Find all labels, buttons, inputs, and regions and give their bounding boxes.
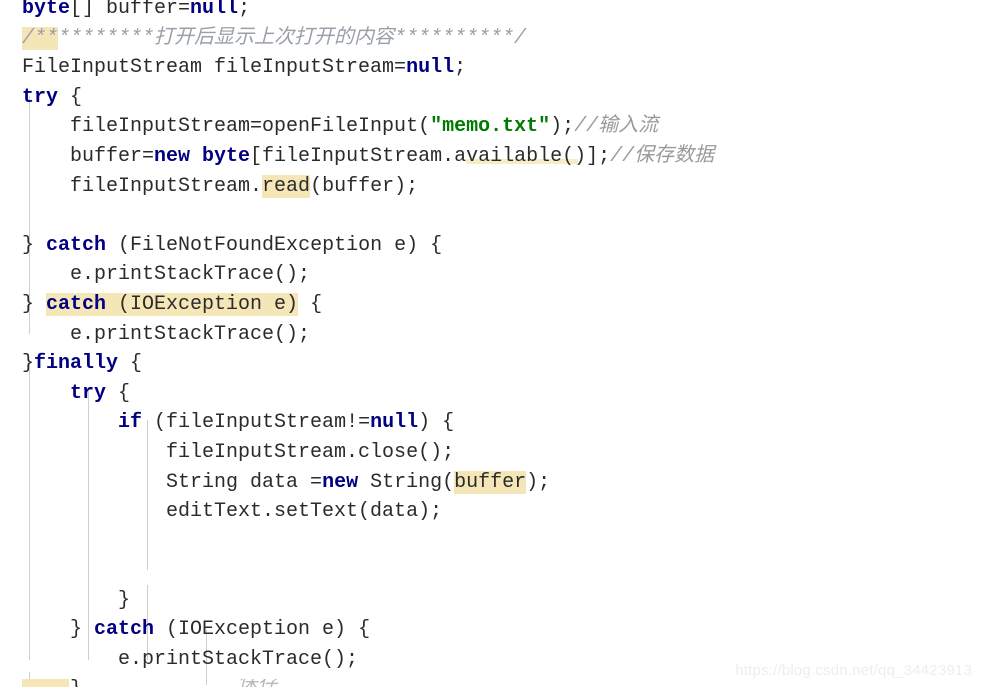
code-line-3[interactable]: FileInputStream fileInputStream=null; (0, 53, 984, 83)
code-line-21[interactable]: } (0, 586, 984, 616)
token-text: { (58, 85, 83, 109)
token-keyword-catch-highlight: catch (46, 292, 107, 316)
code-line-13-finally[interactable]: }finally { (0, 349, 984, 379)
code-line-2-block-comment[interactable]: /**********打开后显示上次打开的内容**********/ (0, 24, 984, 54)
code-line-20-blank[interactable] (0, 556, 984, 586)
token-keyword-new: new (322, 470, 359, 494)
token-comment-input-stream: //输入流 (574, 115, 659, 139)
token-text: ; (454, 56, 467, 80)
code-line-14-try-inner[interactable]: try { (0, 379, 984, 409)
code-line-11-catch-ioe-highlighted[interactable]: } catch (IOException e) { (0, 290, 984, 320)
code-lines: byte[] buffer=null; /**********打开后显示上次打开… (0, 0, 984, 687)
code-line-16[interactable]: fileInputStream.close(); (0, 438, 984, 468)
token-text: ); (526, 470, 551, 494)
token-keyword-if: if (118, 411, 143, 435)
code-line-10[interactable]: e.printStackTrace(); (0, 260, 984, 290)
token-text: } (22, 618, 95, 642)
token-text: e.printStackTrace(); (22, 648, 359, 672)
token-text: e.printStackTrace(); (22, 263, 311, 287)
partial-highlight-chip (22, 679, 69, 687)
token-text: [fileInputStream.available()]; (250, 144, 611, 168)
token-text: buffer= (22, 144, 155, 168)
code-line-15-if[interactable]: if (fileInputStream!=null) { (0, 408, 984, 438)
token-comment-save-data: //保存数据 (610, 144, 715, 168)
token-text: } (22, 352, 35, 376)
token-string-memo-txt: "memo.txt" (430, 115, 551, 139)
code-line-18[interactable]: editText.setText(data); (0, 497, 984, 527)
token-text: } (22, 588, 131, 612)
token-text: } (22, 233, 47, 257)
token-variable-buffer-highlight: buffer (454, 470, 527, 494)
code-line-9-catch-fnfe[interactable]: } catch (FileNotFoundException e) { (0, 231, 984, 261)
code-line-1[interactable]: byte[] buffer=null; (0, 0, 984, 24)
token-text: (buffer); (310, 174, 419, 198)
watermark: https://blog.csdn.net/qq_34423913 (735, 662, 972, 679)
token-text: String( (358, 470, 455, 494)
token-method-read-highlight: read (262, 174, 311, 198)
token-keyword-byte: byte (22, 0, 71, 20)
token-text: fileInputStream. (22, 174, 263, 198)
token-keyword-null: null (406, 56, 455, 80)
code-line-6[interactable]: buffer=new byte[fileInputStream.availabl… (0, 142, 984, 172)
token-text: [] buffer= (70, 0, 191, 20)
token-text: String data = (22, 470, 323, 494)
token-keyword-catch: catch (94, 618, 155, 642)
token-text: ); (550, 115, 575, 139)
code-line-22-catch-ioe[interactable]: } catch (IOException e) { (0, 615, 984, 645)
token-text: { (118, 352, 143, 376)
token-text: { (106, 381, 131, 405)
token-text: (FileNotFoundException e) { (106, 233, 443, 257)
token-text: (IOException e) { (154, 618, 371, 642)
token-text: { (298, 292, 323, 316)
token-text: editText.setText(data); (22, 500, 443, 524)
token-text: fileInputStream.close(); (22, 440, 455, 464)
partial-comment-ghost: 保存 (238, 679, 278, 687)
code-line-12[interactable]: e.printStackTrace(); (0, 320, 984, 350)
token-comment-open-highlight: /** (22, 26, 59, 50)
code-line-7[interactable]: fileInputStream.read(buffer); (0, 172, 984, 202)
token-text: ) { (418, 411, 455, 435)
token-keyword-try: try (22, 85, 59, 109)
token-text: e.printStackTrace(); (22, 322, 311, 346)
token-keyword-null: null (370, 411, 419, 435)
token-keyword-try-inner: try (70, 381, 107, 405)
code-line-5[interactable]: fileInputStream=openFileInput("memo.txt"… (0, 112, 984, 142)
token-keyword-new-byte: new byte (154, 144, 251, 168)
token-keyword-finally: finally (34, 352, 119, 376)
token-keyword-null: null (190, 0, 239, 20)
code-line-8-blank[interactable] (0, 201, 984, 231)
token-keyword-catch: catch (46, 233, 107, 257)
token-text: (fileInputStream!= (142, 411, 371, 435)
token-exception-ioexception-highlight: (IOException e) (106, 292, 299, 316)
token-text: ; (238, 0, 251, 20)
code-line-19-blank[interactable] (0, 527, 984, 557)
code-line-4-try[interactable]: try { (0, 83, 984, 113)
token-comment-body: ********打开后显示上次打开的内容**********/ (58, 26, 527, 50)
code-editor-surface: byte[] buffer=null; /**********打开后显示上次打开… (0, 0, 984, 687)
token-text: FileInputStream fileInputStream= (22, 56, 407, 80)
code-line-17[interactable]: String data =new String(buffer); (0, 468, 984, 498)
token-text: fileInputStream=openFileInput( (22, 115, 431, 139)
token-text: } (22, 292, 47, 316)
